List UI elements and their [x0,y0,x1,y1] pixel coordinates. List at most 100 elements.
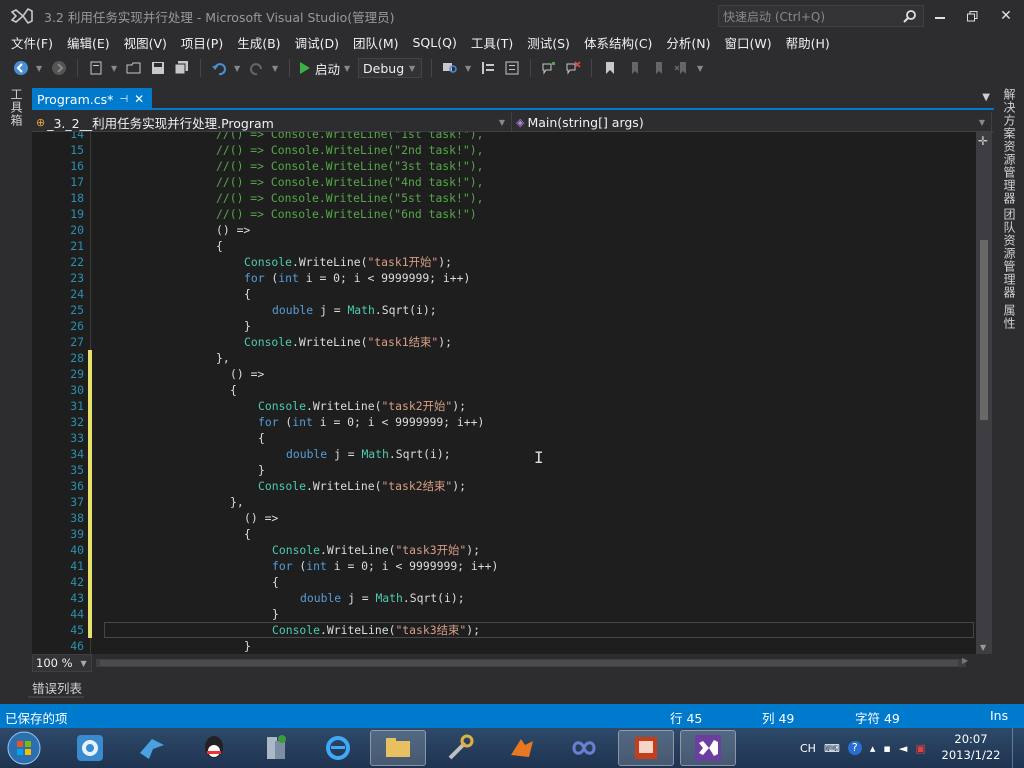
close-tab-icon[interactable]: ✕ [134,92,144,106]
quick-launch-input[interactable]: 快速启动 (Ctrl+Q) [718,5,924,27]
find-in-files-icon[interactable] [441,59,459,77]
visual-studio-logo-icon[interactable] [0,0,44,32]
menu-item[interactable]: 体系结构(C) [577,33,659,52]
comment-lines-icon[interactable] [540,59,558,77]
input-method-indicator[interactable]: CH [800,742,816,755]
taskbar-player-icon[interactable] [62,730,118,766]
code-line[interactable]: 26} [32,318,976,334]
indent-icon[interactable] [479,59,497,77]
code-line[interactable]: 33 { [32,430,976,446]
code-line[interactable]: 30 { [32,382,976,398]
help-icon[interactable]: ? [847,741,862,755]
menu-item[interactable]: 测试(S) [520,33,577,52]
menu-item[interactable]: 帮助(H) [779,33,837,52]
solution-explorer-tab[interactable]: 解决方案资源管理器 [1001,88,1018,205]
code-line[interactable]: 22 Console.WriteLine("task1开始"); [32,254,976,270]
menu-item[interactable]: 文件(F) [4,33,60,52]
menu-item[interactable]: 调试(D) [288,33,346,52]
vertical-scrollbar-thumb[interactable] [980,240,988,420]
show-desktop-button[interactable] [1012,728,1024,768]
horizontal-scrollbar[interactable] [96,659,966,667]
code-line[interactable]: 25 double j = Math.Sqrt(i); [32,302,976,318]
minimize-button[interactable] [928,4,952,28]
taskbar-internet-explorer-icon[interactable] [310,730,366,766]
code-line[interactable]: 18 //() => Console.WriteLine("5st task!")… [32,190,976,206]
find-dropdown-icon[interactable]: ▼ [465,64,473,73]
windows-start-button[interactable] [4,729,44,767]
close-button[interactable]: ✕ [994,4,1018,28]
taskbar-qq-icon[interactable] [186,730,242,766]
code-line[interactable]: 38 () => [32,510,976,526]
navigate-back-icon[interactable] [12,59,30,77]
code-line[interactable]: 17 //() => Console.WriteLine("4nd task!")… [32,174,976,190]
menu-item[interactable]: 工具(T) [464,33,520,52]
taskbar-tools-icon[interactable] [432,730,488,766]
menu-item[interactable]: SQL(Q) [406,35,464,50]
redo-icon[interactable] [248,59,266,77]
horizontal-scrollbar-thumb[interactable] [100,660,958,666]
scroll-down-icon[interactable]: ▼ [980,643,986,652]
start-dropdown-icon[interactable]: ▼ [344,64,352,73]
code-line[interactable]: 41 for (int i = 0; i < 9999999; i++) [32,558,976,574]
security-icon[interactable]: ▣ [915,742,925,755]
taskbar-explorer-icon[interactable] [370,730,426,766]
toolbar-overflow-icon[interactable]: ▼ [697,64,705,73]
toolbox-tab[interactable]: 工具箱 [8,88,25,127]
vertical-scrollbar[interactable]: ✛ ▼ [976,132,992,654]
search-icon[interactable] [898,4,922,28]
code-line[interactable]: 46} [32,638,976,654]
code-line[interactable]: 37}, [32,494,976,510]
menu-item[interactable]: 窗口(W) [718,33,779,52]
menu-item[interactable]: 视图(V) [117,33,174,52]
taskbar-powerpoint-icon[interactable] [618,730,674,766]
zoom-select[interactable]: 100 % ▼ [32,654,92,672]
back-dropdown-icon[interactable]: ▼ [36,64,44,73]
undo-dropdown-icon[interactable]: ▼ [234,64,242,73]
network-icon[interactable]: ▪ [883,742,890,755]
code-line[interactable]: 29 () => [32,366,976,382]
code-line[interactable]: 34 double j = Math.Sqrt(i); [32,446,976,462]
redo-dropdown-icon[interactable]: ▼ [272,64,280,73]
code-line[interactable]: 14 //() => Console.WriteLine("1st task!")… [32,132,976,142]
code-line[interactable]: 43 double j = Math.Sqrt(i); [32,590,976,606]
previous-bookmark-icon[interactable] [625,59,643,77]
code-line[interactable]: 21 { [32,238,976,254]
restore-button[interactable] [960,4,984,28]
code-line[interactable]: 32 for (int i = 0; i < 9999999; i++) [32,414,976,430]
code-line[interactable]: 39 { [32,526,976,542]
code-line[interactable]: 16 //() => Console.WriteLine("3st task!")… [32,158,976,174]
scroll-right-icon[interactable]: ▶ [962,656,968,665]
menu-item[interactable]: 项目(P) [174,33,230,52]
taskbar-visual-studio-icon[interactable] [680,730,736,766]
code-line[interactable]: 36 Console.WriteLine("task2结束"); [32,478,976,494]
menu-item[interactable]: 生成(B) [230,33,287,52]
taskbar-infinity-app-icon[interactable] [556,730,612,766]
next-bookmark-icon[interactable] [649,59,667,77]
bookmark-icon[interactable] [601,59,619,77]
clock[interactable]: 20:07 2013/1/22 [936,731,1006,763]
code-line[interactable]: 23 for (int i = 0; i < 9999999; i++) [32,270,976,286]
code-line[interactable]: 44} [32,606,976,622]
code-line[interactable]: 19 //() => Console.WriteLine("6nd task!") [32,206,976,222]
code-editor[interactable]: 14 //() => Console.WriteLine("1st task!")… [32,132,976,654]
outdent-icon[interactable] [503,59,521,77]
menu-item[interactable]: 分析(N) [659,33,717,52]
error-list-tab[interactable]: 错误列表 [32,678,82,697]
split-view-icon[interactable]: ✛ [978,134,988,148]
new-project-dropdown-icon[interactable]: ▼ [111,64,119,73]
new-project-icon[interactable] [87,59,105,77]
menu-item[interactable]: 团队(M) [346,33,406,52]
undo-icon[interactable] [210,59,228,77]
properties-tab[interactable]: 属性 [1001,304,1018,330]
menu-item[interactable]: 编辑(E) [60,33,117,52]
code-line[interactable]: 35} [32,462,976,478]
save-all-icon[interactable] [173,59,191,77]
code-line[interactable]: 31 Console.WriteLine("task2开始"); [32,398,976,414]
code-line[interactable]: 40 Console.WriteLine("task3开始"); [32,542,976,558]
team-explorer-tab[interactable]: 团队资源管理器 [1001,208,1018,299]
code-line[interactable]: 20 () => [32,222,976,238]
uncomment-lines-icon[interactable] [564,59,582,77]
taskbar-server-icon[interactable] [248,730,304,766]
taskbar-bird-app-icon[interactable] [124,730,180,766]
member-dropdown[interactable]: ◈ Main(string[] args) ▼ [512,112,992,132]
